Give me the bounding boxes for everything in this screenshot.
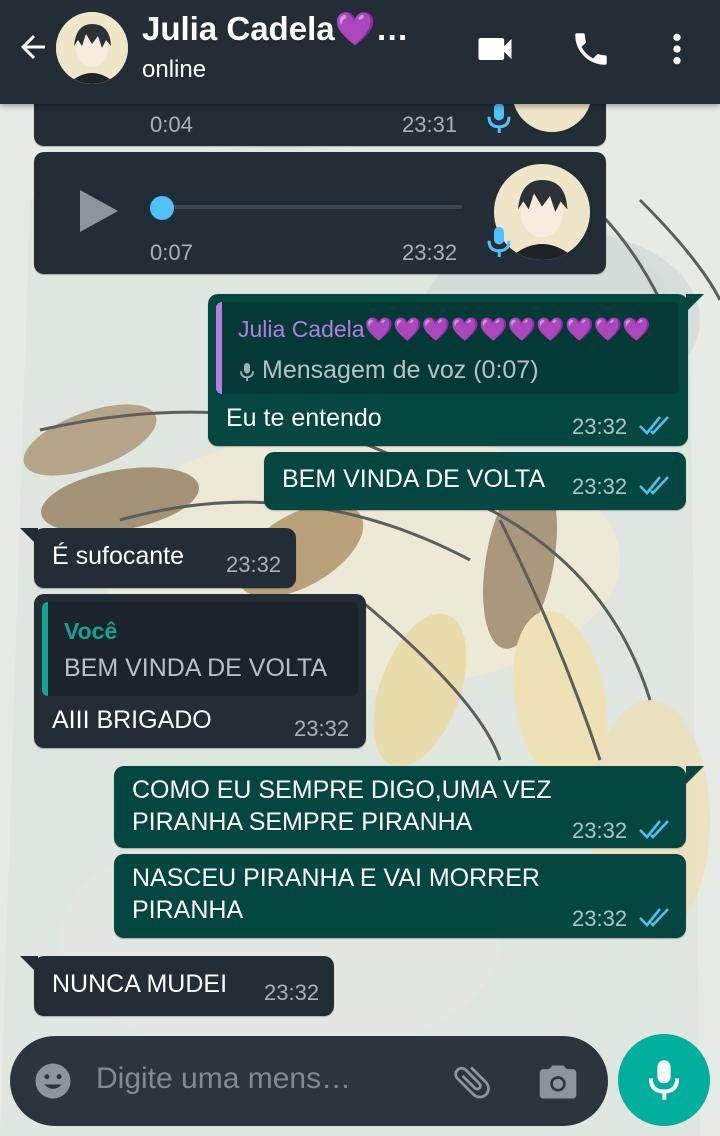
emoji-icon [35,1063,71,1099]
message-time: 23:32 [572,906,628,931]
video-call-button[interactable] [470,24,520,74]
message-time: 23:32 [294,716,350,741]
mic-icon [648,1060,680,1100]
voice-call-button[interactable] [566,24,616,74]
quoted-sender-name: Julia Cadela💜💜💜💜💜💜💜💜💜💜 [238,316,651,342]
video-call-icon [478,38,512,60]
message-composer: Digite uma mens… [10,1036,608,1126]
message-text-line: PIRANHA [132,896,244,924]
message-bubble-outgoing[interactable]: BEM VINDA DE VOLTA 23:32 [264,452,686,510]
quote-bar [216,302,222,394]
message-time: 23:31 [402,112,458,137]
message-text: AIII BRIGADO [52,706,212,734]
voice-duration: 0:07 [150,240,193,265]
chat-header: Julia Cadela💜… online [0,0,720,104]
message-bubble-outgoing[interactable]: Julia Cadela💜💜💜💜💜💜💜💜💜💜 Mensagem de voz (… [208,294,688,446]
quote-bar [42,602,48,696]
message-time: 23:32 [572,414,628,439]
contact-name[interactable]: Julia Cadela💜… [142,10,409,49]
message-bubble-incoming[interactable]: Você BEM VINDA DE VOLTA AIII BRIGADO 23:… [34,594,366,748]
message-text: BEM VINDA DE VOLTA [282,465,546,493]
voice-duration: 0:04 [150,112,193,137]
message-time: 23:32 [226,552,282,577]
bubble-tail [686,766,704,784]
arrow-left-icon [21,35,45,59]
audio-seek-handle[interactable] [150,196,174,220]
bubble-tail [686,294,704,312]
message-bubble-outgoing[interactable]: COMO EU SEMPRE DIGO,UMA VEZ PIRANHA SEMP… [114,766,686,848]
message-time: 23:32 [264,980,320,1005]
attach-button[interactable] [450,1060,494,1109]
message-time: 23:32 [572,474,628,499]
message-time: 23:32 [572,818,628,843]
message-text-line: NASCEU PIRANHA E VAI MORRER [132,864,540,892]
message-text: Eu te entendo [226,404,382,432]
read-ticks-icon [639,416,669,435]
camera-icon [539,1065,577,1099]
contact-avatar[interactable] [56,12,128,84]
camera-button[interactable] [536,1060,580,1109]
message-text-line: PIRANHA SEMPRE PIRANHA [132,808,473,836]
emoji-button[interactable] [32,1060,74,1107]
voice-message: 0:07 23:32 [34,152,606,274]
play-icon [80,190,118,232]
quoted-text: BEM VINDA DE VOLTA [64,654,328,682]
quoted-text: Mensagem de voz (0:07) [262,356,539,384]
audio-seek-bar[interactable] [162,205,462,209]
more-vert-icon [673,33,681,65]
contact-status: online [142,56,207,83]
quoted-message[interactable]: Julia Cadela💜💜💜💜💜💜💜💜💜💜 Mensagem de voz (… [216,302,678,394]
quoted-message[interactable]: Você BEM VINDA DE VOLTA [42,602,358,696]
message-bubble-incoming[interactable]: NUNCA MUDEI 23:32 [34,956,334,1016]
quoted-sender-name: Você [64,618,118,644]
read-ticks-icon [639,476,669,495]
message-input[interactable]: Digite uma mens… [96,1062,351,1096]
play-button[interactable] [78,188,120,239]
message-text-line: COMO EU SEMPRE DIGO,UMA VEZ [132,776,552,804]
message-text: NUNCA MUDEI [52,970,228,998]
record-voice-button[interactable] [618,1034,710,1126]
more-options-button[interactable] [652,24,702,74]
message-bubble-incoming[interactable]: É sufocante 23:32 [34,528,296,588]
message-time: 23:32 [402,240,458,265]
message-text: É sufocante [52,542,185,570]
phone-call-icon [575,33,607,65]
read-ticks-icon [639,820,669,839]
message-bubble-outgoing[interactable]: NASCEU PIRANHA E VAI MORRER PIRANHA 23:3… [114,854,686,938]
back-button[interactable] [8,22,58,72]
read-ticks-icon [639,908,669,927]
mic-small-icon [240,363,254,381]
mic-icon [487,103,511,133]
mic-icon [487,227,511,257]
attach-icon [454,1066,490,1099]
